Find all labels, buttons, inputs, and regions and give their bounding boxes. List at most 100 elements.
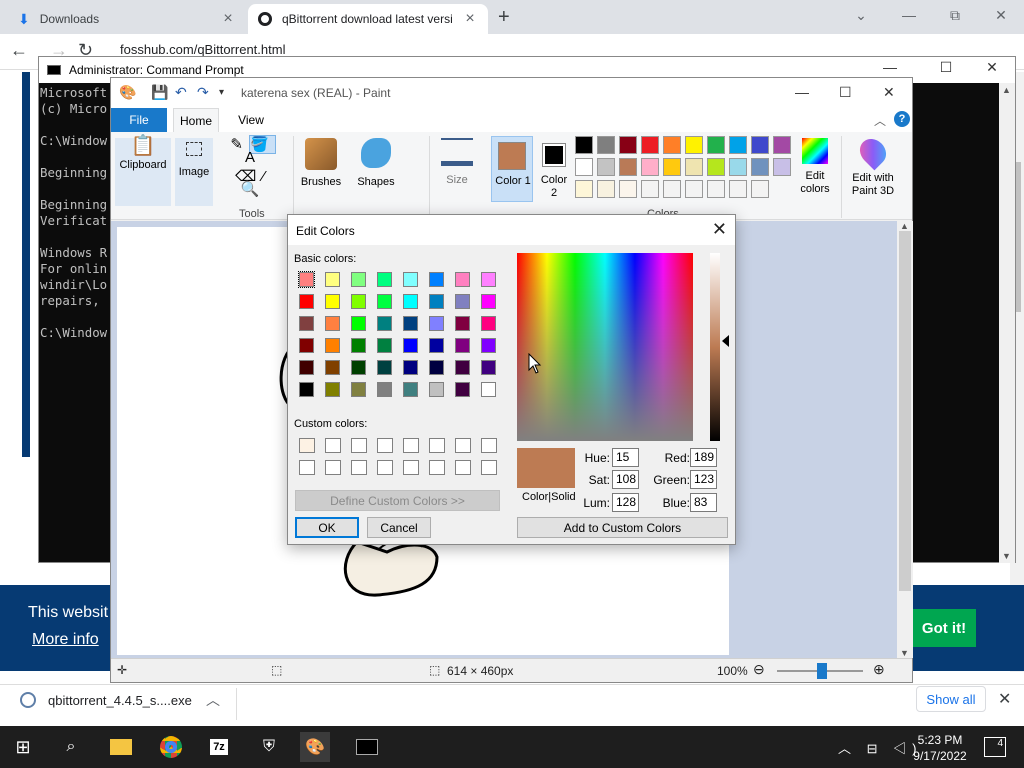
basic-color-swatch[interactable] bbox=[403, 338, 418, 353]
brushes-button[interactable]: Brushes bbox=[297, 138, 345, 189]
maximize-button[interactable]: ☐ bbox=[923, 59, 969, 76]
basic-color-swatch[interactable] bbox=[481, 382, 496, 397]
cmd-scrollbar[interactable]: ▲ ▼ bbox=[999, 83, 1015, 563]
palette-swatch[interactable] bbox=[773, 158, 791, 176]
basic-color-swatch[interactable] bbox=[299, 382, 314, 397]
basic-color-swatch[interactable] bbox=[299, 338, 314, 353]
custom-color-swatch[interactable] bbox=[481, 460, 497, 475]
palette-swatch[interactable] bbox=[751, 158, 769, 176]
custom-color-swatch[interactable] bbox=[429, 438, 445, 453]
basic-color-swatch[interactable] bbox=[403, 316, 418, 331]
green-field[interactable]: 123 bbox=[690, 470, 717, 489]
basic-color-swatch[interactable] bbox=[325, 316, 340, 331]
palette-swatch[interactable] bbox=[707, 136, 725, 154]
help-icon[interactable]: ? bbox=[894, 111, 910, 127]
basic-color-swatch[interactable] bbox=[325, 338, 340, 353]
lum-field[interactable]: 128 bbox=[612, 493, 639, 512]
close-button[interactable]: ✕ bbox=[978, 4, 1024, 26]
zoom-in-button[interactable]: ⊕ bbox=[873, 661, 885, 678]
clock[interactable]: 5:23 PM 9/17/2022 bbox=[910, 732, 970, 764]
basic-color-swatch[interactable] bbox=[299, 360, 314, 375]
chevron-up-icon[interactable]: ︿ bbox=[206, 690, 220, 710]
basic-color-swatch[interactable] bbox=[377, 382, 392, 397]
paint3d-button[interactable]: Edit with Paint 3D bbox=[845, 133, 901, 198]
palette-swatch[interactable] bbox=[597, 158, 615, 176]
basic-color-swatch[interactable] bbox=[325, 272, 340, 287]
palette-swatch[interactable] bbox=[663, 180, 681, 198]
save-icon[interactable]: 💾 bbox=[151, 84, 168, 101]
canvas-scrollbar[interactable]: ▲ ▼ bbox=[897, 221, 913, 658]
palette-swatch[interactable] bbox=[729, 180, 747, 198]
luminance-bar[interactable] bbox=[710, 253, 720, 441]
basic-color-swatch[interactable] bbox=[481, 338, 496, 353]
palette-swatch[interactable] bbox=[575, 180, 593, 198]
chevron-down-icon[interactable]: ⌄ bbox=[838, 4, 884, 26]
palette-swatch[interactable] bbox=[597, 180, 615, 198]
basic-color-swatch[interactable] bbox=[481, 360, 496, 375]
red-field[interactable]: 189 bbox=[690, 448, 717, 467]
add-to-custom-colors-button[interactable]: Add to Custom Colors bbox=[517, 517, 728, 538]
palette-swatch[interactable] bbox=[729, 158, 747, 176]
tab-view[interactable]: View bbox=[231, 108, 271, 132]
minimize-button[interactable]: — bbox=[795, 84, 809, 100]
custom-color-swatch[interactable] bbox=[299, 460, 315, 475]
palette-swatch[interactable] bbox=[707, 180, 725, 198]
custom-color-swatch[interactable] bbox=[377, 438, 393, 453]
basic-color-swatch[interactable] bbox=[299, 316, 314, 331]
custom-color-swatch[interactable] bbox=[299, 438, 315, 453]
custom-color-swatch[interactable] bbox=[351, 460, 367, 475]
paint-taskbar-icon[interactable]: 🎨 bbox=[300, 732, 330, 762]
zoom-out-button[interactable]: ⊖ bbox=[753, 661, 765, 678]
basic-color-swatch[interactable] bbox=[377, 272, 392, 287]
custom-color-swatch[interactable] bbox=[325, 438, 341, 453]
redo-icon[interactable]: ↷ bbox=[197, 84, 209, 101]
basic-color-swatch[interactable] bbox=[351, 382, 366, 397]
shapes-button[interactable]: Shapes bbox=[351, 138, 401, 189]
7zip-icon[interactable]: 7z bbox=[204, 732, 234, 762]
basic-color-swatch[interactable] bbox=[403, 382, 418, 397]
palette-swatch[interactable] bbox=[773, 136, 791, 154]
collapse-ribbon-icon[interactable]: ︿ bbox=[874, 112, 886, 129]
custom-color-swatch[interactable] bbox=[377, 460, 393, 475]
scroll-up-icon[interactable]: ▲ bbox=[900, 221, 909, 231]
basic-color-swatch[interactable] bbox=[403, 272, 418, 287]
custom-color-swatch[interactable] bbox=[481, 438, 497, 453]
scroll-thumb[interactable] bbox=[899, 231, 911, 591]
palette-swatch[interactable] bbox=[685, 136, 703, 154]
edit-colors-button[interactable]: Edit colors bbox=[795, 138, 835, 196]
edit-colors-dialog[interactable]: Edit Colors ✕ Basic colors: Custom color… bbox=[287, 214, 736, 545]
tab-home[interactable]: Home bbox=[173, 108, 219, 132]
palette-swatch[interactable] bbox=[641, 158, 659, 176]
basic-color-swatch[interactable] bbox=[351, 338, 366, 353]
security-shield-icon[interactable]: ⛨ bbox=[254, 732, 284, 762]
custom-color-swatch[interactable] bbox=[429, 460, 445, 475]
basic-color-swatch[interactable] bbox=[429, 360, 444, 375]
tab-downloads[interactable]: ⬇ Downloads × bbox=[8, 4, 246, 34]
basic-color-swatch[interactable] bbox=[429, 316, 444, 331]
basic-color-swatch[interactable] bbox=[481, 272, 496, 287]
luminance-arrow-icon[interactable] bbox=[722, 335, 729, 347]
tab-file[interactable]: File bbox=[111, 108, 167, 132]
basic-color-swatch[interactable] bbox=[351, 272, 366, 287]
address-bar[interactable]: fosshub.com/qBittorrent.html bbox=[120, 42, 285, 57]
custom-color-swatch[interactable] bbox=[403, 460, 419, 475]
maximize-button[interactable]: ☐ bbox=[839, 84, 852, 101]
basic-color-swatch[interactable] bbox=[325, 360, 340, 375]
basic-color-swatch[interactable] bbox=[455, 272, 470, 287]
show-all-button[interactable]: Show all bbox=[916, 686, 986, 712]
download-item[interactable]: qbittorrent_4.4.5_s....exe bbox=[48, 693, 192, 708]
cancel-button[interactable]: Cancel bbox=[367, 517, 431, 538]
minimize-button[interactable]: — bbox=[886, 4, 932, 26]
palette-swatch[interactable] bbox=[641, 180, 659, 198]
basic-color-swatch[interactable] bbox=[429, 294, 444, 309]
basic-color-swatch[interactable] bbox=[455, 338, 470, 353]
maximize-button[interactable]: ⧉ bbox=[932, 4, 978, 26]
basic-color-swatch[interactable] bbox=[481, 316, 496, 331]
define-custom-colors-button[interactable]: Define Custom Colors >> bbox=[295, 490, 500, 511]
sat-field[interactable]: 108 bbox=[612, 470, 639, 489]
close-button[interactable]: ✕ bbox=[969, 59, 1015, 76]
scroll-up-icon[interactable]: ▲ bbox=[1002, 85, 1011, 95]
custom-color-swatch[interactable] bbox=[455, 460, 471, 475]
tab-qbittorrent[interactable]: qBittorrent download latest versi × bbox=[248, 4, 488, 34]
basic-color-swatch[interactable] bbox=[351, 316, 366, 331]
